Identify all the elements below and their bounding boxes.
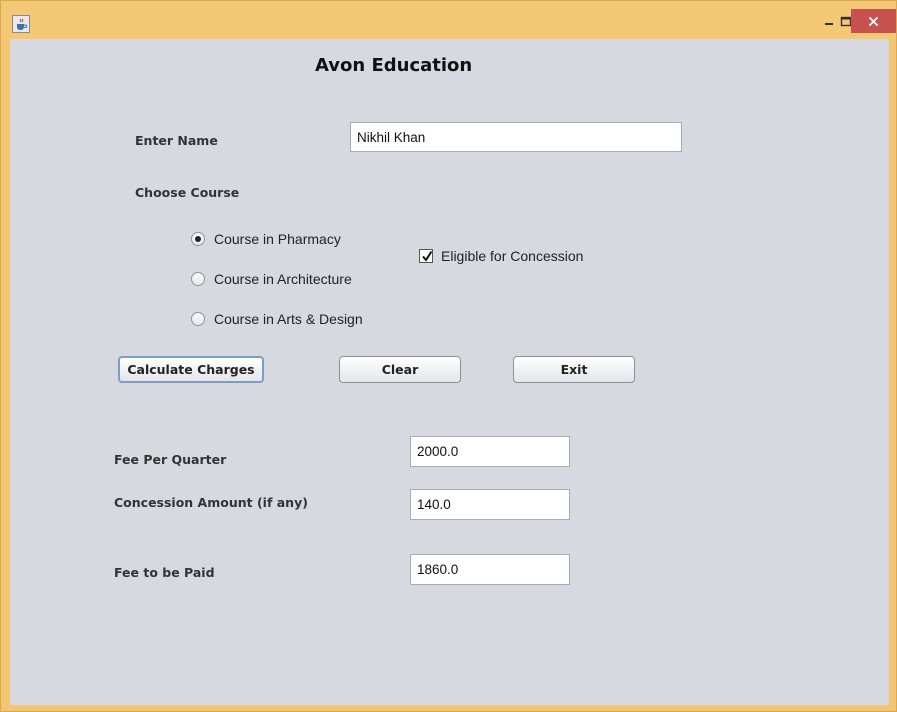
exit-button[interactable]: Exit <box>513 356 635 383</box>
concession-amount-label: Concession Amount (if any) <box>114 495 308 510</box>
radio-button[interactable] <box>191 312 205 326</box>
concession-amount-field[interactable]: 140.0 <box>410 489 570 520</box>
checkmark-icon <box>422 250 433 262</box>
name-input-value: Nikhil Khan <box>357 129 426 145</box>
name-label: Enter Name <box>135 133 218 148</box>
checkbox-label: Eligible for Concession <box>441 248 584 264</box>
radio-course-architecture[interactable]: Course in Architecture <box>191 271 352 287</box>
concession-amount-value: 140.0 <box>417 497 451 512</box>
radio-label: Course in Pharmacy <box>214 231 341 247</box>
form-panel: Avon Education Enter Name Nikhil Khan Ch… <box>10 39 889 705</box>
minimize-icon <box>825 23 833 25</box>
fee-per-quarter-label: Fee Per Quarter <box>114 452 227 467</box>
fee-to-be-paid-label: Fee to be Paid <box>114 565 215 580</box>
radio-course-arts-design[interactable]: Course in Arts & Design <box>191 311 363 327</box>
fee-per-quarter-value: 2000.0 <box>417 444 459 459</box>
page-title: Avon Education <box>315 55 473 76</box>
radio-button[interactable] <box>191 272 205 286</box>
radio-label: Course in Architecture <box>214 271 352 287</box>
radio-label: Course in Arts & Design <box>214 311 363 327</box>
close-button[interactable] <box>851 9 896 33</box>
radio-course-pharmacy[interactable]: Course in Pharmacy <box>191 231 341 247</box>
title-bar[interactable] <box>1 1 896 39</box>
concession-checkbox[interactable]: Eligible for Concession <box>419 248 583 264</box>
calculate-charges-button[interactable]: Calculate Charges <box>118 356 264 383</box>
close-icon <box>868 16 879 26</box>
java-coffee-icon[interactable] <box>12 15 30 33</box>
clear-button[interactable]: Clear <box>339 356 461 383</box>
radio-button-selected[interactable] <box>191 232 205 246</box>
choose-course-label: Choose Course <box>135 185 240 200</box>
app-window: Avon Education Enter Name Nikhil Khan Ch… <box>0 0 897 712</box>
checkbox-checked[interactable] <box>419 249 433 263</box>
fee-per-quarter-field[interactable]: 2000.0 <box>410 436 570 467</box>
name-input[interactable]: Nikhil Khan <box>350 122 682 152</box>
fee-to-be-paid-field[interactable]: 1860.0 <box>410 554 570 585</box>
fee-to-be-paid-value: 1860.0 <box>417 562 459 577</box>
